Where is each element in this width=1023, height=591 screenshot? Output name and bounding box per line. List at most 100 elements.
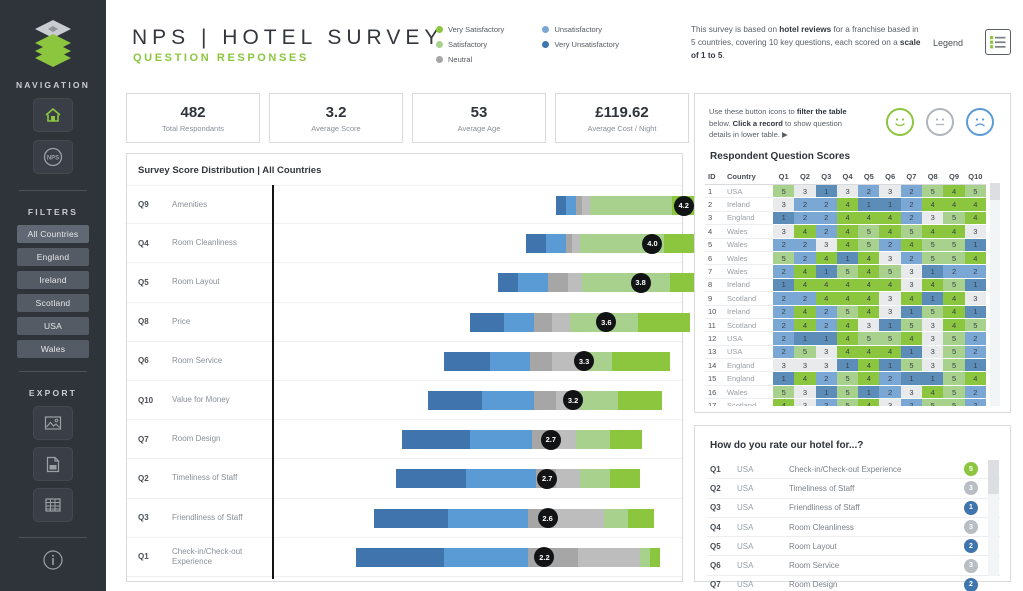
scrollbar-thumb[interactable]	[988, 460, 999, 494]
column-header[interactable]: Q1	[773, 170, 795, 185]
column-header[interactable]: Q7	[900, 170, 923, 185]
cell-score: 1	[815, 385, 837, 400]
cell-score: 4	[900, 291, 923, 306]
kpi-value: 53	[470, 103, 488, 121]
filter-sad-button[interactable]	[966, 108, 994, 136]
table-row[interactable]: 10 Ireland 2 4 2 5 4 3 1 5 4 1	[705, 305, 986, 319]
chart-bar-row[interactable]: Q2 Timeliness of Staff 2.7	[127, 459, 682, 499]
cell-score: 1	[815, 331, 837, 346]
filter-happy-button[interactable]	[886, 108, 914, 136]
table-row[interactable]: 9 Scotland 2 2 4 4 4 3 4 1 4 3	[705, 291, 986, 306]
bar-score-bubble: 4.2	[673, 195, 694, 216]
filter-usa[interactable]: USA	[17, 317, 89, 335]
detail-question-text: Room Layout	[789, 541, 837, 551]
export-image-button[interactable]	[33, 406, 73, 440]
bar-segment	[518, 273, 548, 293]
detail-row[interactable]: Q6 USA Room Service 3	[707, 556, 1000, 576]
table-row[interactable]: 8 Ireland 1 4 4 4 4 4 3 4 5 1	[705, 278, 986, 293]
table-row[interactable]: 12 USA 2 1 1 4 5 5 4 3 5 2	[705, 331, 986, 346]
table-row[interactable]: 14 England 3 3 3 1 4 1 5 3 5 1	[705, 358, 986, 373]
bar-question-id: Q6	[138, 356, 149, 366]
column-header[interactable]: Q3	[815, 170, 837, 185]
cell-score: 4	[858, 358, 880, 373]
column-header[interactable]: Q8	[922, 170, 944, 185]
filter-england[interactable]: England	[17, 248, 89, 266]
detail-row[interactable]: Q2 USA Timeliness of Staff 3	[707, 479, 1000, 499]
column-header[interactable]: Q4	[836, 170, 859, 185]
table-row[interactable]: 16 Wales 5 3 1 5 1 2 3 4 5 2	[705, 385, 986, 400]
cell-score: 4	[794, 318, 816, 333]
chart-bar-row[interactable]: Q1 Check-in/Check-out Experience 2.2	[127, 538, 682, 577]
filter-all-countries[interactable]: All Countries	[17, 225, 89, 243]
chart-bar-row[interactable]: Q3 Friendliness of Staff 2.6	[127, 499, 682, 538]
chart-bar-row[interactable]: Q10 Value for Money 3.2	[127, 381, 682, 421]
export-pdf-button[interactable]	[33, 447, 73, 481]
chart-bar-row[interactable]: Q8 Price 3.6	[127, 303, 690, 342]
chart-bar-row[interactable]: Q7 Room Design 2.7	[127, 420, 682, 460]
detail-row[interactable]: Q4 USA Room Cleanliness 3	[707, 518, 1000, 538]
table-row[interactable]: 5 Wales 2 2 3 4 5 2 4 5 5 1	[705, 238, 986, 252]
cell-score: 2	[773, 264, 795, 279]
export-table-button[interactable]	[33, 488, 73, 522]
bar-segment	[530, 351, 552, 371]
table-row[interactable]: 3 England 1 2 2 4 4 4 2 3 5 4	[705, 211, 986, 226]
table-row[interactable]: 17 Scotland 4 3 2 5 4 3 2 5 5 2	[705, 398, 986, 406]
cell-score: 5	[943, 251, 965, 266]
detail-question-text: Friendliness of Staff	[789, 503, 860, 513]
nav-item-home[interactable]	[33, 98, 73, 132]
detail-table-scrollbar[interactable]	[988, 460, 999, 576]
respondent-table-scrollbar[interactable]	[990, 183, 1000, 406]
table-row[interactable]: 2 Ireland 3 2 2 4 1 1 2 4 4 4	[705, 197, 986, 212]
chart-bar-row[interactable]: Q9 Amenities 4.2	[127, 185, 762, 225]
cell-score: 4	[836, 331, 859, 346]
bar-segment	[610, 430, 642, 450]
scrollbar-thumb[interactable]	[990, 183, 1000, 200]
table-row[interactable]: 13 USA 2 5 3 4 4 4 1 3 5 2	[705, 345, 986, 360]
filter-scotland[interactable]: Scotland	[17, 294, 89, 312]
filter-wales[interactable]: Wales	[17, 340, 89, 358]
nav-item-nps[interactable]: NPS	[33, 140, 73, 174]
legend-toggle-button[interactable]	[985, 29, 1011, 55]
table-row[interactable]: 1 USA 5 3 1 3 2 3 2 5 4 5	[705, 184, 986, 199]
filter-ireland[interactable]: Ireland	[17, 271, 89, 289]
column-header[interactable]: Q10	[964, 170, 986, 185]
column-header[interactable]: Q5	[858, 170, 880, 185]
detail-row[interactable]: Q1 USA Check-in/Check-out Experience 5	[707, 460, 1000, 480]
detail-question-text: Room Service	[789, 561, 840, 571]
chart-bar-row[interactable]: Q5 Room Layout 3.8	[127, 263, 728, 303]
table-row[interactable]: 6 Wales 5 2 4 1 4 3 2 5 5 4	[705, 251, 986, 266]
table-row[interactable]: 7 Wales 2 4 1 5 4 5 3 1 2 2	[705, 264, 986, 279]
table-row[interactable]: 15 England 1 4 2 5 4 2 1 1 5 4	[705, 371, 986, 386]
detail-row[interactable]: Q5 USA Room Layout 2	[707, 537, 1000, 557]
cell-score: 1	[836, 251, 859, 266]
bar-segment	[444, 351, 490, 371]
detail-row[interactable]: Q3 USA Friendliness of Staff 1	[707, 499, 1000, 518]
info-button[interactable]	[41, 548, 65, 577]
cell-country: USA	[725, 345, 773, 360]
column-header[interactable]: Q2	[794, 170, 816, 185]
table-row[interactable]: 11 Scotland 2 4 2 4 3 1 5 3 4 5	[705, 318, 986, 333]
happy-face-icon	[895, 118, 905, 127]
survey-score-distribution-chart: Survey Score Distribution | All Countrie…	[126, 153, 762, 582]
filter-neutral-button[interactable]	[926, 108, 954, 136]
page-title: NPS | HOTEL SURVEY	[132, 26, 444, 49]
bar-segment	[610, 469, 640, 489]
chart-bar-row[interactable]: Q6 Room Service 3.3	[127, 342, 682, 381]
column-header[interactable]: Q6	[879, 170, 901, 185]
cell-score: 5	[964, 184, 986, 199]
column-header[interactable]: Q9	[943, 170, 965, 185]
detail-row[interactable]: Q7 USA Room Design 2	[707, 576, 1000, 591]
page-subtitle: QUESTION RESPONSES	[133, 52, 309, 64]
legend-item-satisfactory: Satisfactory	[436, 39, 538, 50]
chart-legend: Very Satisfactory Satisfactory Neutral U…	[436, 24, 656, 69]
cell-score: 2	[879, 371, 901, 386]
column-header[interactable]: Country	[725, 170, 773, 185]
cell-country: Wales	[725, 385, 773, 400]
column-header[interactable]: ID	[705, 170, 725, 185]
sidebar-divider-2	[19, 371, 87, 372]
table-row[interactable]: 4 Wales 3 4 2 4 5 4 5 4 4 3	[705, 224, 986, 239]
cell-country: England	[725, 358, 773, 373]
cell-country: Scotland	[725, 398, 773, 406]
home-icon	[45, 107, 61, 122]
chart-bar-row[interactable]: Q4 Room Cleanliness 4.0	[127, 224, 730, 264]
